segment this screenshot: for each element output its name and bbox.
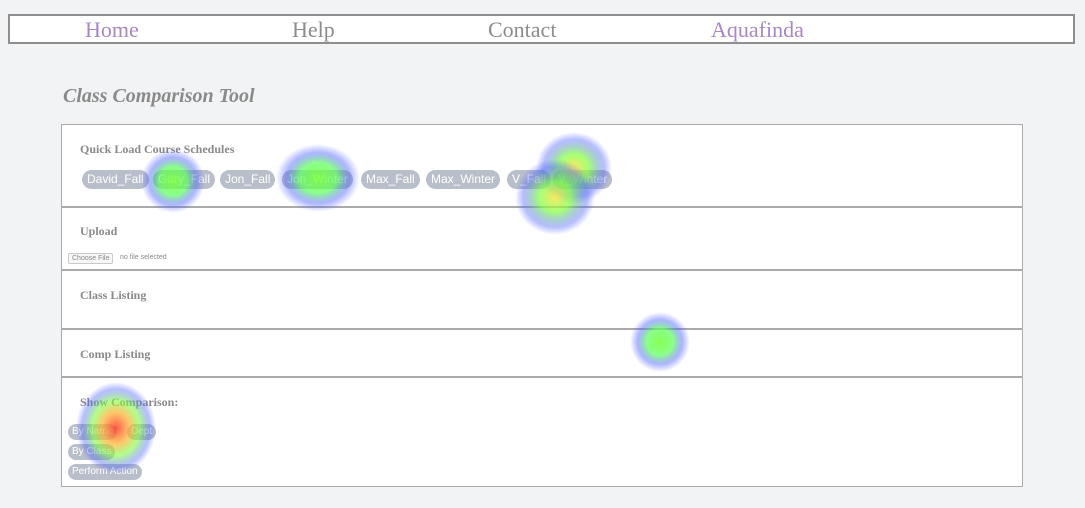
file-status-text: no file selected (120, 254, 167, 261)
dept-button[interactable]: Dept (127, 424, 157, 440)
schedule-button-v-winter[interactable]: V_Winter (553, 170, 613, 189)
by-class-button[interactable]: By Class (68, 444, 116, 460)
schedule-button-max-winter[interactable]: Max_Winter (426, 170, 501, 189)
schedule-button-v-fall[interactable]: V_Fall (507, 170, 552, 189)
comp-listing-heading: Comp Listing (80, 347, 151, 361)
quick-load-heading: Quick Load Course Schedules (80, 142, 235, 156)
comp-listing-section: Comp Listing (61, 330, 1023, 378)
nav-aquafinda-link[interactable]: Aquafinda (711, 17, 804, 43)
by-name-button[interactable]: By Name (68, 424, 118, 440)
quick-load-section: Quick Load Course Schedules David_Fall G… (61, 124, 1023, 208)
upload-section: Upload Choose File no file selected (61, 208, 1023, 271)
class-listing-section: Class Listing (61, 271, 1023, 330)
nav-home-link[interactable]: Home (85, 17, 139, 43)
perform-action-button[interactable]: Perform Action (68, 464, 142, 480)
schedule-button-max-fall[interactable]: Max_Fall (361, 170, 420, 189)
schedule-button-david-fall[interactable]: David_Fall (82, 170, 149, 189)
choose-file-button[interactable]: Choose File (68, 253, 114, 264)
schedule-button-jon-fall[interactable]: Jon_Fall (220, 170, 276, 189)
schedule-button-jon-winter[interactable]: Jon_Winter (282, 170, 353, 189)
class-listing-heading: Class Listing (80, 288, 147, 302)
page-title: Class Comparison Tool (63, 85, 255, 107)
nav-contact-link[interactable]: Contact (488, 17, 556, 43)
show-comparison-heading: Show Comparison: (80, 395, 179, 409)
schedule-button-gary-fall[interactable]: Gary_Fall (153, 170, 216, 189)
upload-heading: Upload (80, 224, 118, 238)
nav-help-link[interactable]: Help (292, 17, 335, 43)
show-comparison-section: Show Comparison: By Name Dept By Class P… (61, 378, 1023, 487)
top-nav: Home Help Contact Aquafinda (8, 14, 1075, 44)
